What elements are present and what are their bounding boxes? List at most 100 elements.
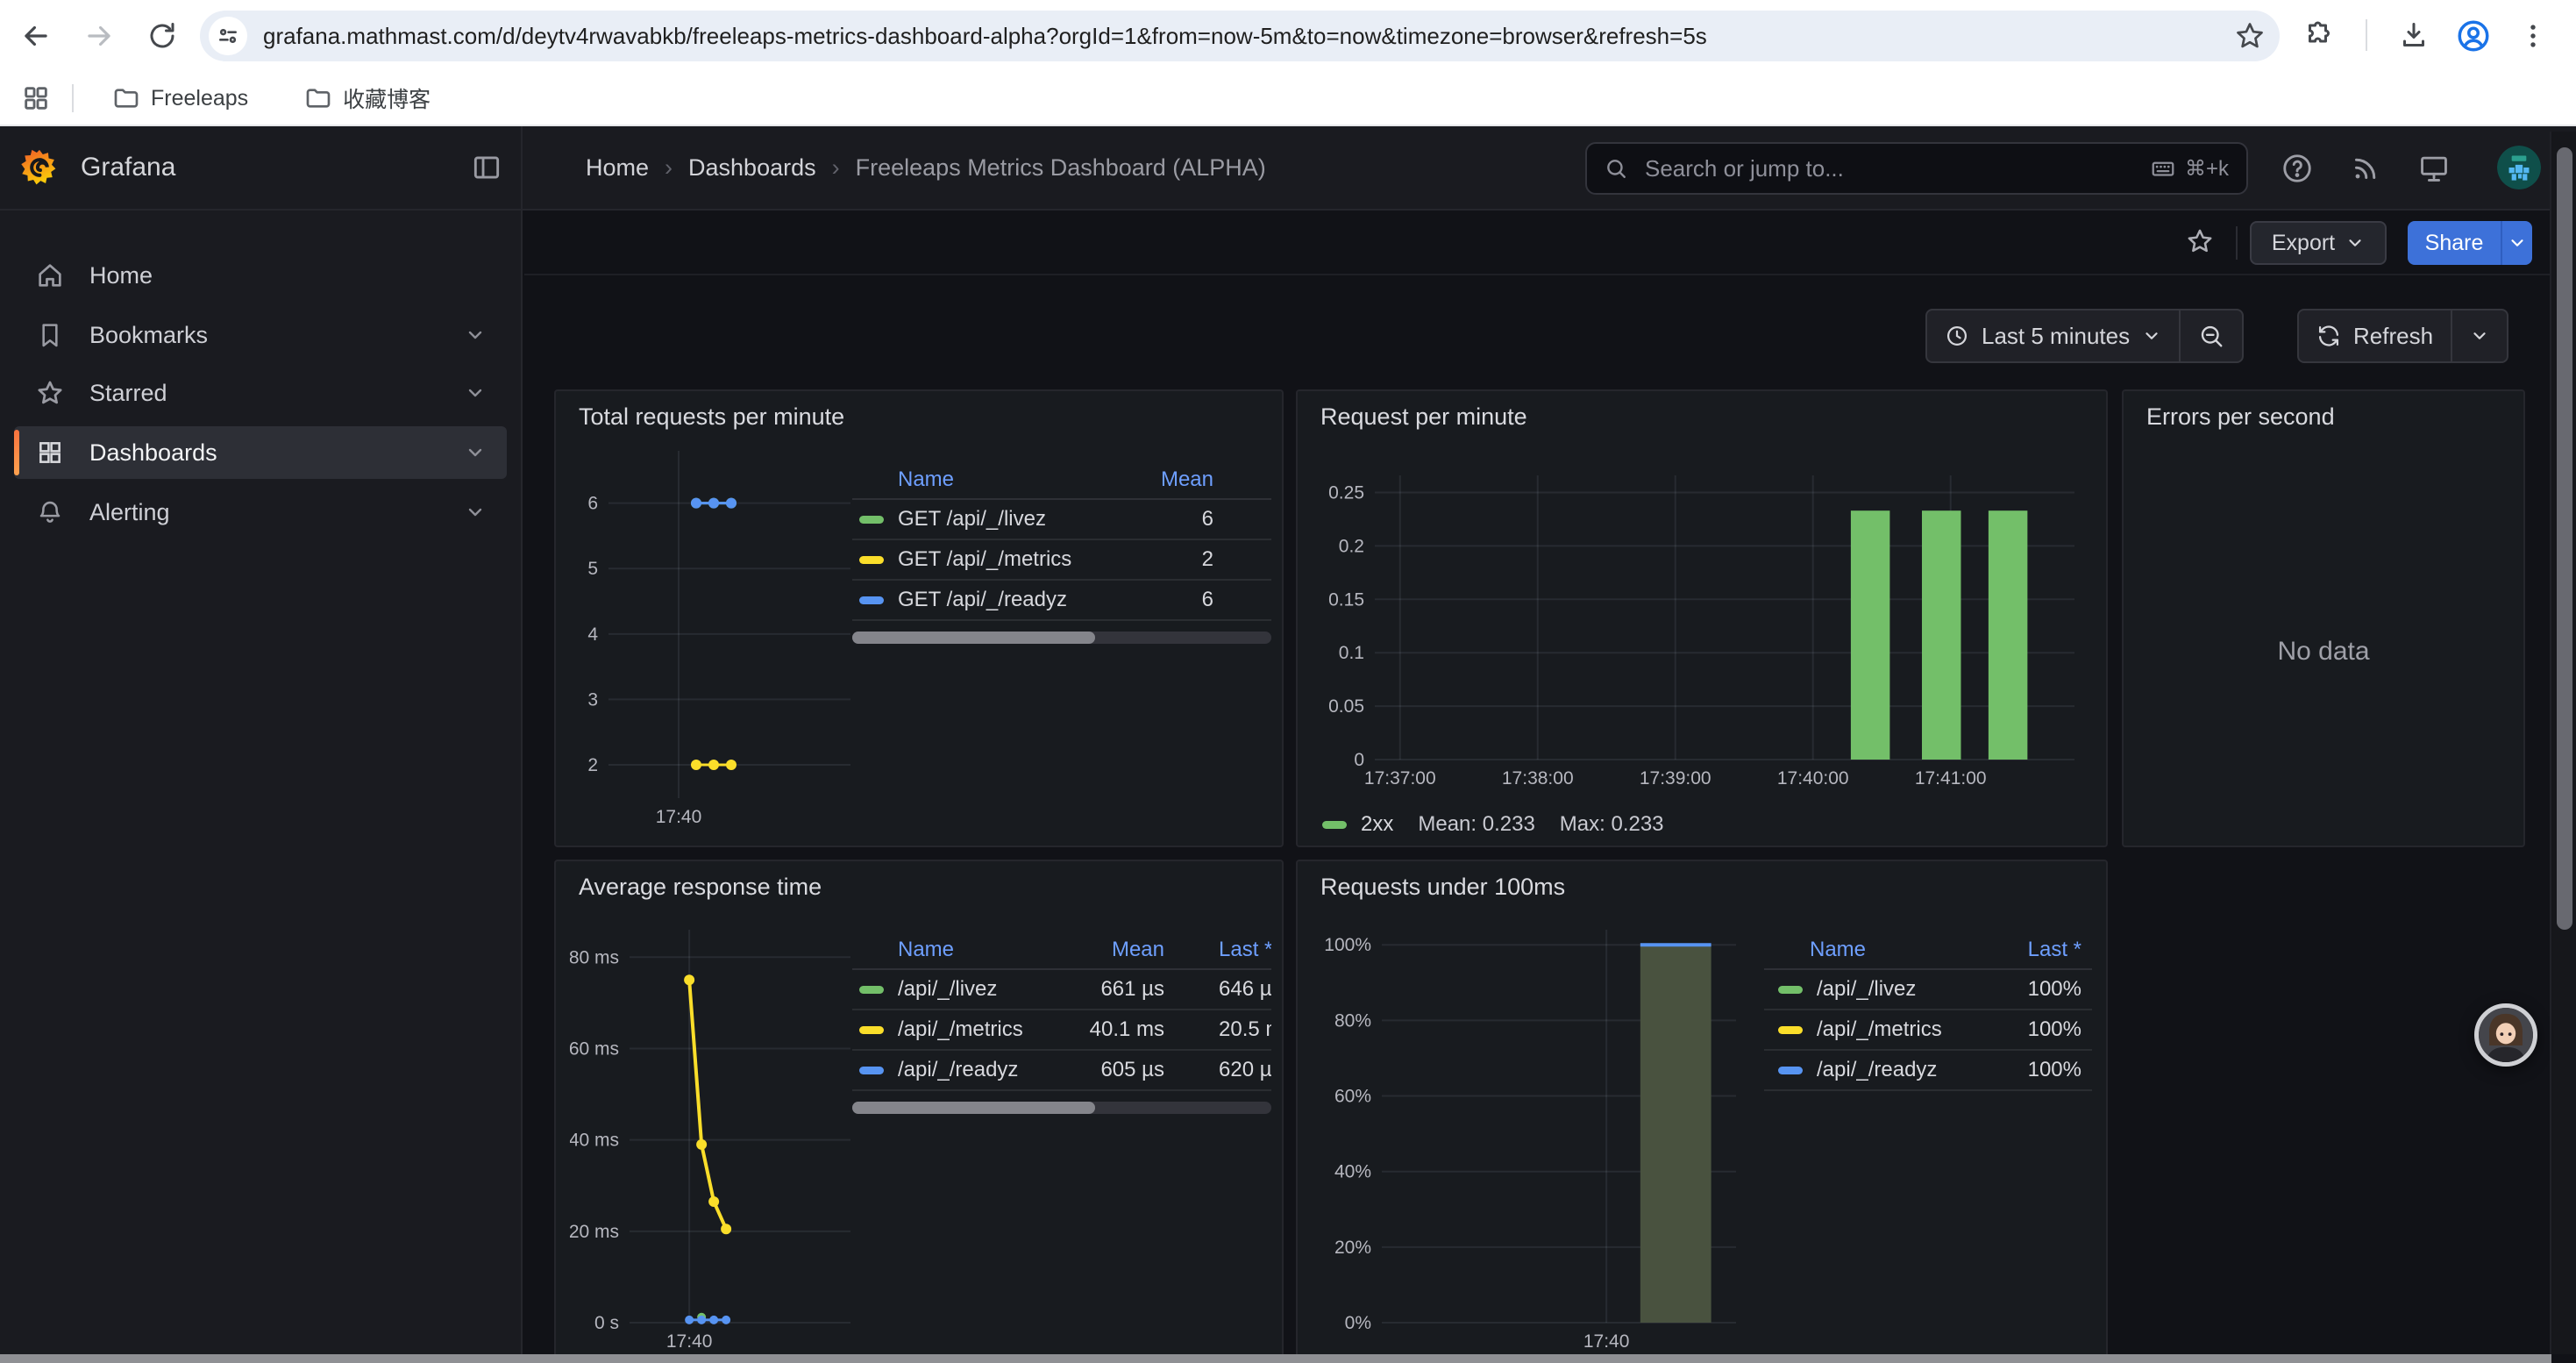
chevron-down-icon[interactable] xyxy=(465,502,486,523)
legend-header: Name Mean Last * xyxy=(852,931,1271,970)
star-icon xyxy=(35,378,65,408)
panel-requests-under-100ms: Requests under 100ms 100%80%60%40%20%0%1… xyxy=(1296,860,2108,1363)
panel-title[interactable]: Average response time xyxy=(579,874,1261,901)
bookmark-star-icon[interactable] xyxy=(2234,20,2266,52)
dock-sidebar-icon[interactable] xyxy=(470,151,503,184)
svg-text:20 ms: 20 ms xyxy=(570,1222,619,1242)
profile-icon[interactable] xyxy=(2455,18,2492,54)
bookmark-icon xyxy=(35,320,65,350)
svg-text:4: 4 xyxy=(587,624,598,645)
sidebar-item-alerting[interactable]: Alerting xyxy=(14,486,507,539)
dashboards-grid-icon xyxy=(35,438,65,467)
zoom-out-button[interactable] xyxy=(2179,310,2242,361)
legend-row[interactable]: /api/_/readyz 100% xyxy=(1764,1051,2092,1091)
chevron-down-icon[interactable] xyxy=(465,442,486,463)
grafana-logo[interactable] xyxy=(19,147,60,188)
legend-row[interactable]: /api/_/livez 100% xyxy=(1764,970,2092,1010)
legend-scrollbar-thumb[interactable] xyxy=(852,1102,1095,1114)
bookmark-label: 收藏博客 xyxy=(343,82,431,114)
panel-average-response-time: Average response time 80 ms60 ms40 ms20 … xyxy=(554,860,1284,1363)
search-box[interactable]: ⌘+k xyxy=(1585,142,2248,195)
user-avatar[interactable] xyxy=(2497,146,2541,189)
legend-row[interactable]: GET /api/_/livez 6 xyxy=(852,500,1271,540)
extensions-icon[interactable] xyxy=(2301,18,2338,54)
legend-header-last[interactable]: Last * xyxy=(1976,938,2081,962)
chevron-down-icon[interactable] xyxy=(465,382,486,403)
svg-text:2: 2 xyxy=(587,755,598,775)
legend-scrollbar[interactable] xyxy=(852,1102,1271,1114)
refresh-label: Refresh xyxy=(2353,323,2433,350)
bookmark-folder-freeleaps[interactable]: Freeleaps xyxy=(112,84,248,112)
site-info-icon[interactable] xyxy=(209,17,247,55)
series-color-pill xyxy=(1778,1026,1803,1034)
svg-text:0.05: 0.05 xyxy=(1328,696,1364,717)
panel-title[interactable]: Requests under 100ms xyxy=(1320,874,2085,901)
legend-header-name[interactable]: Name xyxy=(1764,938,1976,962)
legend-scrollbar-thumb[interactable] xyxy=(852,632,1095,644)
breadcrumb-separator: › xyxy=(665,154,672,182)
bottom-scrollbar[interactable] xyxy=(0,1354,2551,1363)
series-name[interactable]: 2xx xyxy=(1361,812,1393,837)
legend-row[interactable]: /api/_/livez 661 µs 646 µs xyxy=(852,970,1271,1010)
forward-icon[interactable] xyxy=(81,18,117,54)
grafana-app: Grafana Home › Dashboards › Freeleaps Me… xyxy=(0,126,2576,1363)
kiosk-monitor-icon[interactable] xyxy=(2415,149,2453,188)
chevron-down-icon[interactable] xyxy=(465,325,486,346)
svg-text:0.25: 0.25 xyxy=(1328,482,1364,503)
sidebar-item-bookmarks[interactable]: Bookmarks xyxy=(14,309,507,361)
svg-text:6: 6 xyxy=(587,494,598,514)
series-color-pill xyxy=(859,596,884,604)
address-bar[interactable]: grafana.mathmast.com/d/deytv4rwavabkb/fr… xyxy=(200,11,2280,61)
sidebar-item-dashboards[interactable]: Dashboards xyxy=(14,426,507,479)
downloads-icon[interactable] xyxy=(2395,18,2432,54)
refresh-interval-button[interactable] xyxy=(2451,310,2507,361)
request-per-minute-chart: 00.050.10.150.20.2517:37:0017:38:0017:39… xyxy=(1312,437,2096,805)
legend-header-name[interactable]: Name xyxy=(852,938,1049,962)
total-requests-chart: 6543217:40 xyxy=(570,437,861,840)
sidebar-item-home[interactable]: Home xyxy=(14,249,507,302)
back-icon[interactable] xyxy=(18,18,54,54)
time-range-picker[interactable]: Last 5 minutes xyxy=(1927,310,2179,361)
news-rss-icon[interactable] xyxy=(2346,149,2385,188)
legend-row[interactable]: /api/_/readyz 605 µs 620 µs xyxy=(852,1051,1271,1091)
sidebar-item-starred[interactable]: Starred xyxy=(14,367,507,419)
panel-title[interactable]: Total requests per minute xyxy=(579,403,1261,431)
breadcrumb-dashboards[interactable]: Dashboards xyxy=(688,154,816,182)
legend-row[interactable]: /api/_/metrics 40.1 ms 20.5 ms xyxy=(852,1010,1271,1051)
panel-title[interactable]: Request per minute xyxy=(1320,403,2085,431)
share-menu-button[interactable] xyxy=(2501,221,2532,265)
legend-header-name[interactable]: Name xyxy=(852,467,1098,492)
refresh-icon xyxy=(2316,324,2341,348)
legend-header-mean[interactable]: Mean xyxy=(1098,467,1213,492)
help-icon[interactable] xyxy=(2278,149,2316,188)
panel-title[interactable]: Errors per second xyxy=(2146,403,2502,431)
legend-header-last[interactable]: Last * xyxy=(1164,938,1271,962)
legend-row[interactable]: GET /api/_/metrics 2 xyxy=(852,540,1271,581)
share-button[interactable]: Share xyxy=(2408,221,2501,265)
average-response-time-chart: 80 ms60 ms40 ms20 ms0 s17:40 xyxy=(570,907,861,1354)
refresh-button[interactable]: Refresh xyxy=(2299,310,2451,361)
dashboard-toolbar: Export Share xyxy=(524,211,2576,275)
legend-header-mean[interactable]: Mean xyxy=(1049,938,1164,962)
legend[interactable]: 2xx Mean: 0.233 Max: 0.233 xyxy=(1322,812,1689,837)
svg-text:17:40: 17:40 xyxy=(656,807,702,827)
series-max: Max: 0.233 xyxy=(1560,812,1664,837)
bookmark-folder-blogs[interactable]: 收藏博客 xyxy=(304,82,431,114)
chevron-down-icon xyxy=(2142,326,2161,346)
favorite-star-icon[interactable] xyxy=(2185,226,2215,256)
menu-icon[interactable] xyxy=(2515,18,2551,54)
apps-grid-icon[interactable] xyxy=(21,83,51,113)
legend-scrollbar[interactable] xyxy=(852,632,1271,644)
bell-icon xyxy=(35,497,65,527)
url-text[interactable]: grafana.mathmast.com/d/deytv4rwavabkb/fr… xyxy=(263,23,2234,50)
search-input[interactable] xyxy=(1641,153,2150,184)
reload-icon[interactable] xyxy=(144,18,181,54)
breadcrumb-home[interactable]: Home xyxy=(586,154,649,182)
export-button[interactable]: Export xyxy=(2250,221,2387,265)
legend-row[interactable]: GET /api/_/readyz 6 xyxy=(852,581,1271,621)
toolbar-divider xyxy=(2366,19,2367,51)
page-scrollbar-thumb[interactable] xyxy=(2557,147,2572,930)
assistant-avatar[interactable] xyxy=(2474,1003,2537,1067)
home-icon xyxy=(35,260,65,290)
legend-row[interactable]: /api/_/metrics 100% xyxy=(1764,1010,2092,1051)
